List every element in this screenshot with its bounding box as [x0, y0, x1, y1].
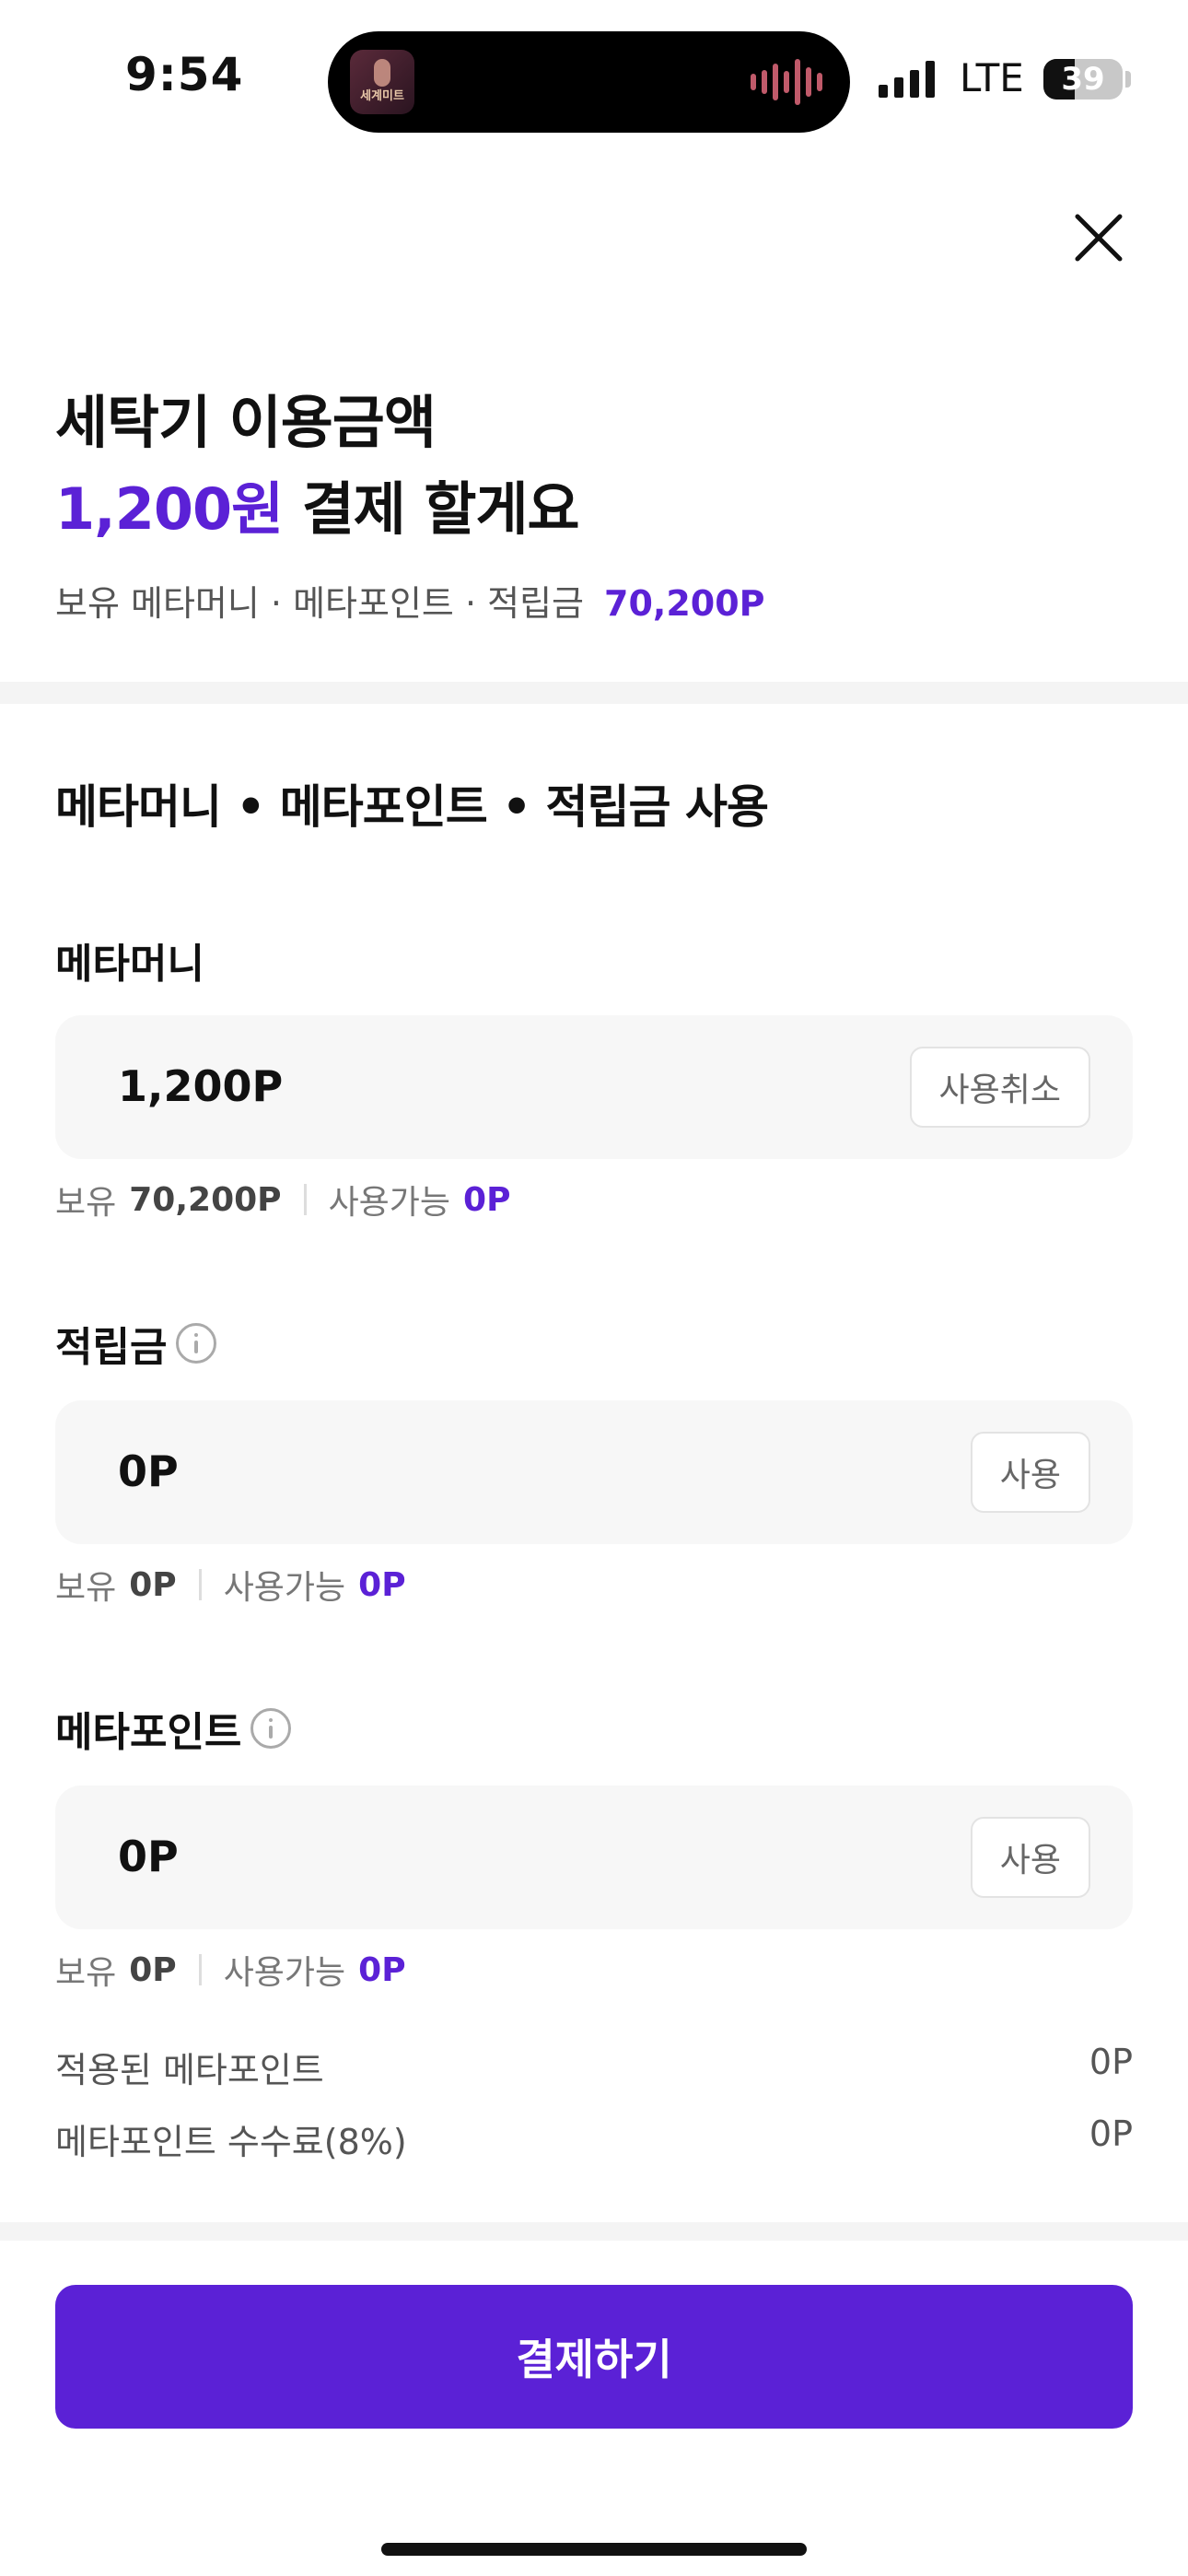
reward-label-text: 적립금: [55, 1324, 168, 1371]
reward-own-label: 보유: [55, 1569, 117, 1607]
battery-cap: [1125, 71, 1131, 88]
close-icon: [1075, 214, 1123, 262]
metapoint-label-text: 메타포인트: [55, 1709, 242, 1756]
metapoint-field: 사용: [55, 1786, 1133, 1929]
metapoint-own-value: 0P: [129, 1950, 177, 1989]
metamoney-avail-value: 0P: [463, 1180, 511, 1219]
applied-metapoint-value: 0P: [1089, 2042, 1133, 2082]
metapoint-avail-label: 사용가능: [223, 1954, 346, 1992]
metamoney-cancel-button[interactable]: 사용취소: [909, 1047, 1090, 1128]
reward-use-button[interactable]: 사용: [970, 1432, 1090, 1513]
now-playing-thumbnail: 세계미트: [350, 50, 414, 114]
page-title: 세탁기 이용금액: [55, 389, 437, 456]
payment-page: 9:54 세계미트 LTE 39 세탁기 이용금액 1,200원 결제 할게요 …: [0, 0, 1188, 2576]
metapoint-avail-value: 0P: [358, 1950, 406, 1989]
audio-wave-icon: [751, 59, 822, 105]
metapoint-fee-value: 0P: [1089, 2113, 1133, 2154]
payment-amount: 1,200원: [55, 475, 284, 543]
battery-icon: 39: [1043, 59, 1123, 100]
metapoint-meta: 보유 0P 사용가능 0P: [55, 1946, 406, 1994]
metapoint-use-button[interactable]: 사용: [970, 1817, 1090, 1898]
battery-level: 39: [1061, 61, 1105, 98]
holdings-value: 70,200P: [604, 583, 765, 624]
home-indicator[interactable]: [381, 2543, 807, 2556]
holdings-summary: 보유 메타머니 · 메타포인트 · 적립금 70,200P: [55, 575, 765, 626]
applied-metapoint-label: 적용된 메타포인트: [55, 2050, 324, 2090]
payment-amount-title: 1,200원 결제 할게요: [55, 463, 580, 545]
now-playing-thumb-text: 세계미트: [360, 89, 404, 103]
dynamic-island[interactable]: 세계미트: [328, 31, 850, 133]
reward-own-value: 0P: [129, 1565, 177, 1604]
network-type: LTE: [960, 55, 1024, 100]
meta-separator: [198, 1954, 202, 1985]
holdings-label: 보유 메타머니 · 메타포인트 · 적립금: [55, 583, 584, 624]
meta-separator: [303, 1184, 307, 1215]
metapoint-label: 메타포인트: [55, 1699, 292, 1758]
reward-input[interactable]: [118, 1446, 763, 1496]
metamoney-avail-label: 사용가능: [328, 1184, 451, 1222]
status-time: 9:54: [125, 48, 244, 101]
metapoint-fee-row: 메타포인트 수수료(8%) 0P: [55, 2113, 1133, 2164]
reward-avail-value: 0P: [358, 1565, 406, 1604]
close-button[interactable]: [1068, 207, 1129, 268]
info-icon[interactable]: [176, 1323, 217, 1364]
applied-metapoint-row: 적용된 메타포인트 0P: [55, 2042, 1133, 2092]
reward-label: 적립금: [55, 1314, 217, 1373]
section-divider: [0, 682, 1188, 704]
metamoney-input[interactable]: [118, 1061, 763, 1111]
metamoney-meta: 보유 70,200P 사용가능 0P: [55, 1176, 510, 1224]
metapoint-own-label: 보유: [55, 1954, 117, 1992]
pay-button[interactable]: 결제하기: [55, 2285, 1133, 2429]
signal-icon: [879, 59, 935, 98]
meta-separator: [198, 1569, 202, 1600]
metamoney-label-text: 메타머니: [55, 941, 204, 988]
reward-field: 사용: [55, 1400, 1133, 1544]
reward-avail-label: 사용가능: [223, 1569, 346, 1607]
metamoney-own-label: 보유: [55, 1184, 117, 1222]
metapoint-input[interactable]: [118, 1832, 763, 1881]
info-icon[interactable]: [250, 1708, 292, 1749]
metamoney-label: 메타머니: [55, 931, 204, 989]
metapoint-fee-label: 메타포인트 수수료(8%): [55, 2122, 407, 2162]
metamoney-field: 사용취소: [55, 1015, 1133, 1159]
bottom-divider: [0, 2222, 1188, 2241]
metamoney-own-value: 70,200P: [129, 1180, 282, 1219]
reward-meta: 보유 0P 사용가능 0P: [55, 1561, 406, 1609]
payment-amount-suffix: 결제 할게요: [283, 475, 580, 543]
section-title: 메타머니 • 메타포인트 • 적립금 사용: [55, 780, 769, 834]
